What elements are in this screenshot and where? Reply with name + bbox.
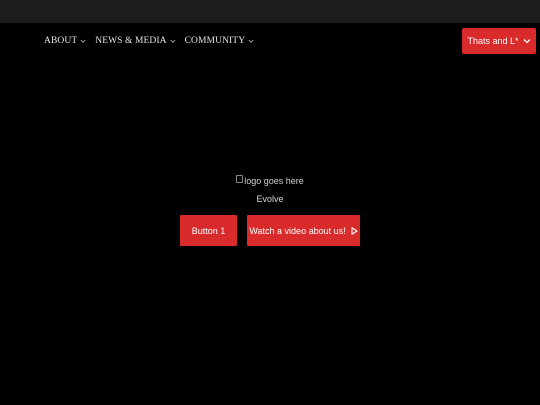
page: ABOUT NEWS & MEDIA COMMUNITY Thats and L… <box>0 0 540 405</box>
nav-item-news-media[interactable]: NEWS & MEDIA <box>95 36 176 46</box>
nav-item-community[interactable]: COMMUNITY <box>185 36 255 46</box>
nav-item-label: NEWS & MEDIA <box>95 36 167 46</box>
watch-video-label: Watch a video about us! <box>249 225 346 236</box>
top-cta-label: Thats and L* <box>467 36 519 46</box>
hero: logo goes here Evolve <box>0 172 540 204</box>
button-1-label: Button 1 <box>191 225 226 236</box>
button-1[interactable]: Button 1 <box>180 215 237 246</box>
hero-buttons: Button 1 Watch a video about us! <box>180 215 360 246</box>
nav-item-about[interactable]: ABOUT <box>44 36 86 46</box>
chevron-down-icon <box>80 38 86 44</box>
nav-item-label: COMMUNITY <box>184 36 246 46</box>
hero-tagline: Evolve <box>256 194 284 204</box>
main-nav: ABOUT NEWS & MEDIA COMMUNITY <box>44 36 263 46</box>
watch-video-button[interactable]: Watch a video about us! <box>247 215 360 246</box>
chevron-down-icon <box>170 38 176 44</box>
top-cta-button[interactable]: Thats and L* <box>462 28 536 54</box>
nav-item-label: ABOUT <box>44 36 78 46</box>
top-bar <box>0 0 540 23</box>
broken-image-icon <box>236 175 244 183</box>
play-icon <box>351 226 358 235</box>
logo: logo goes here <box>236 174 304 188</box>
logo-alt-text: logo goes here <box>244 176 304 186</box>
chevron-down-icon <box>248 38 254 44</box>
chevron-down-icon <box>523 38 531 44</box>
